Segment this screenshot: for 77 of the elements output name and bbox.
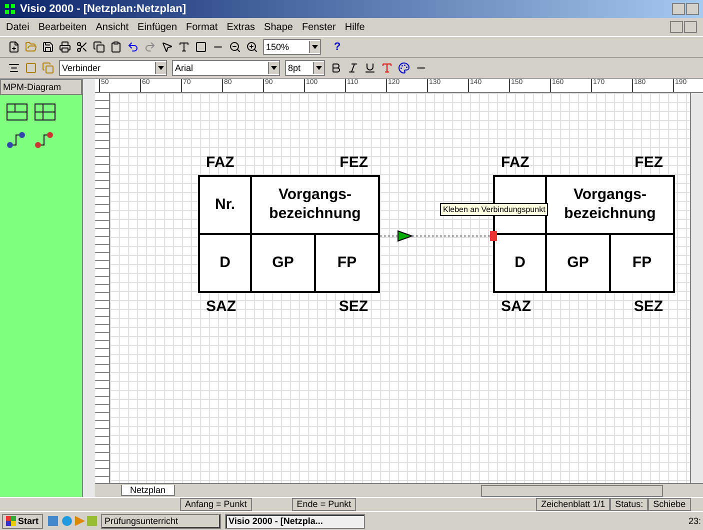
menu-item[interactable]: Datei (6, 22, 30, 32)
cut-icon[interactable] (76, 41, 88, 53)
node-label: FAZ (206, 154, 234, 170)
printer-icon[interactable] (59, 41, 71, 53)
menu-item[interactable]: Fenster (302, 22, 336, 32)
menu-item[interactable]: Shape (264, 22, 293, 32)
taskbar-button[interactable]: Prüfungsunterricht (100, 514, 221, 528)
node-cell: GP (547, 235, 611, 291)
connector-shape-icon[interactable] (6, 131, 26, 149)
menu-item[interactable]: Format (186, 22, 218, 32)
underline-icon[interactable] (364, 62, 376, 74)
menu-item[interactable]: Hilfe (344, 22, 365, 32)
rectangle-icon[interactable] (195, 41, 207, 53)
bold-icon[interactable] (330, 62, 342, 74)
dropdown-arrow-icon[interactable] (312, 45, 318, 49)
stencil-tab[interactable]: MPM-Diagram (0, 79, 82, 95)
table-shape-icon[interactable] (34, 103, 56, 121)
status-text: Zeichenblatt 1/1 (536, 498, 610, 511)
node-label: SAZ (501, 298, 531, 314)
node-cell: D (200, 235, 252, 291)
minimize-button[interactable] (670, 21, 683, 33)
windows-logo-icon (6, 516, 16, 526)
table-shape-icon[interactable] (6, 103, 28, 121)
node-label: FAZ (501, 154, 530, 170)
minimize-button[interactable] (672, 3, 685, 15)
node-cell-text: FP (336, 252, 358, 273)
taskbar-button[interactable]: Visio 2000 - [Netzpla... (224, 514, 365, 528)
tooltip: Kleben an Verbindungspunkt (440, 203, 548, 216)
window-title: Visio 2000 - [Netzplan:Netzplan] (20, 3, 186, 15)
dropdown-arrow-icon[interactable] (158, 66, 164, 70)
pointer-icon[interactable] (161, 41, 173, 53)
size-combo[interactable]: 8pt (285, 60, 325, 76)
node-label: SEZ (338, 298, 368, 314)
node-label: SEZ (634, 298, 663, 314)
save-icon[interactable] (42, 41, 54, 53)
connector-shape-icon[interactable] (34, 131, 54, 149)
dropdown-arrow-icon[interactable] (316, 66, 322, 70)
scrollbar-thumb[interactable] (481, 484, 663, 496)
font-combo[interactable]: Arial (172, 60, 280, 76)
scrollbar[interactable] (690, 93, 703, 483)
start-button[interactable]: Start (2, 514, 43, 528)
new-file-icon[interactable] (8, 41, 20, 53)
node-label: SAZ (206, 298, 236, 314)
menu-item[interactable]: Extras (226, 22, 256, 32)
style-combo[interactable]: Verbinder (59, 60, 167, 76)
node-cell-text: FP (631, 252, 653, 273)
node-cell: Vorgangs-bezeichnung (252, 177, 378, 235)
status-text: Schiebe (648, 498, 691, 511)
dropdown-arrow-icon[interactable] (271, 66, 277, 70)
status-text: Status: (610, 498, 648, 511)
align-icon[interactable] (8, 62, 20, 74)
scrollbar[interactable] (82, 79, 95, 497)
status-text: Anfang = Punkt (180, 498, 252, 511)
menu-item[interactable]: Ansicht (96, 22, 129, 32)
node-label: FEZ (634, 154, 663, 170)
node-cell: Nr. (200, 177, 252, 235)
font-color-icon[interactable] (381, 62, 393, 74)
zoom-out-icon[interactable] (229, 41, 241, 53)
clock: 23: (688, 516, 701, 526)
node-cell: GP (252, 235, 316, 291)
paste-icon[interactable] (110, 41, 122, 53)
italic-icon[interactable] (347, 62, 359, 74)
copy-icon[interactable] (93, 41, 105, 53)
help-button[interactable]: ? (334, 41, 341, 53)
zoom-in-icon[interactable] (246, 41, 258, 53)
sheet-tab[interactable]: Netzplan (121, 485, 175, 496)
restore-button[interactable] (686, 3, 699, 15)
text-icon[interactable] (178, 41, 190, 53)
zoom-combo[interactable]: 150% (263, 39, 321, 55)
undo-icon[interactable] (127, 41, 139, 53)
status-text: Ende = Punkt (292, 498, 356, 511)
node-label: FEZ (340, 154, 368, 170)
menu-item[interactable]: Einfügen (138, 22, 178, 32)
menu-item[interactable]: Bearbeiten (38, 22, 87, 32)
fill-color-icon[interactable] (398, 62, 410, 74)
restore-button[interactable] (684, 21, 697, 33)
app-icon (4, 3, 16, 15)
